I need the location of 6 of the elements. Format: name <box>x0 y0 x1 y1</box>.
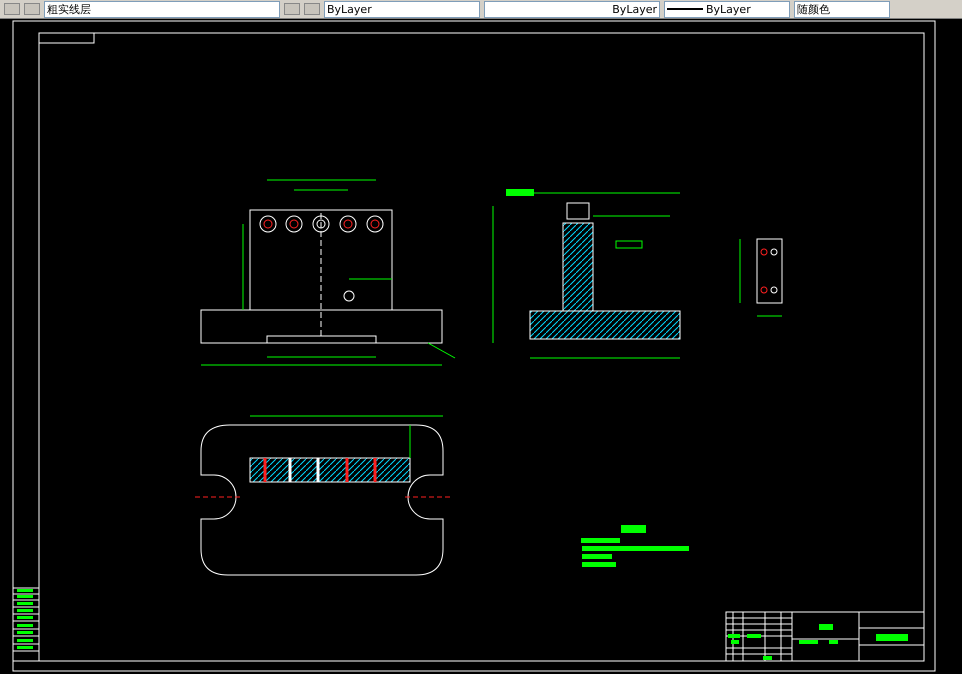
lineweight-dropdown[interactable]: ByLayer <box>664 0 790 18</box>
lineweight-sample <box>667 8 703 10</box>
layer-dropdown[interactable]: 粗实线层 <box>44 0 280 18</box>
plot-style-dropdown[interactable]: 随颜色 <box>794 0 890 18</box>
color-dropdown[interactable]: ByLayer <box>324 0 480 18</box>
linetype-dropdown[interactable]: ByLayer <box>484 0 660 18</box>
